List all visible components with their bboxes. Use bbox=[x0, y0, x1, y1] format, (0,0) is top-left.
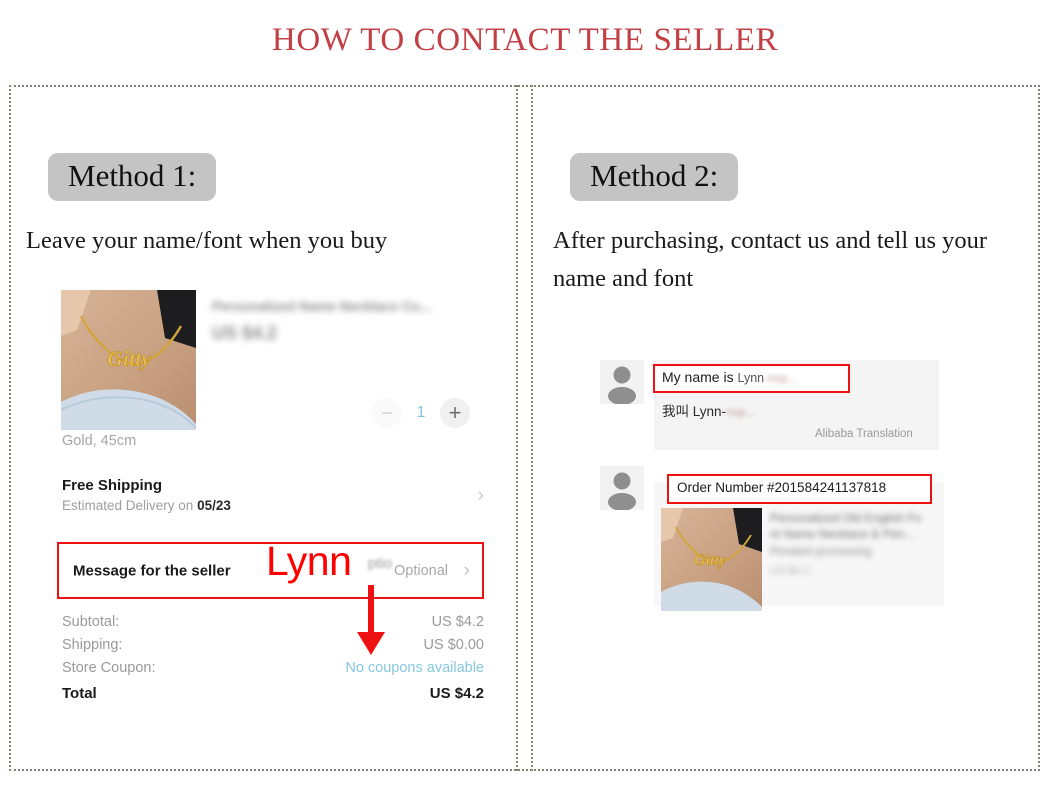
method-1-description: Leave your name/font when you buy bbox=[26, 227, 388, 254]
order-number-text: Order Number #201584241137818 bbox=[677, 480, 887, 495]
chat-message-english-name: Lynn bbox=[737, 371, 765, 385]
shipping-estimate: Estimated Delivery on 05/23 bbox=[62, 498, 484, 513]
chat-message-chinese-blurred: nsp... bbox=[726, 405, 756, 419]
product-title-blurred: Personalized Name Necklace Cu... bbox=[212, 299, 432, 314]
optional-text-blurred: ptio bbox=[368, 555, 393, 572]
quantity-increase-button[interactable]: + bbox=[440, 398, 470, 428]
chat-product-card-blurred: Personalized Old English Fo nt Name Neck… bbox=[770, 510, 950, 579]
chat-card-line-3: Pendant processing bbox=[770, 546, 872, 559]
order-totals: Subtotal: US $4.2 Shipping: US $0.00 Sto… bbox=[62, 610, 484, 706]
chevron-right-icon[interactable]: › bbox=[478, 485, 484, 507]
shipping-title: Free Shipping bbox=[62, 477, 163, 494]
shipping-cost-value: US $0.00 bbox=[423, 636, 484, 653]
total-label: Total bbox=[62, 685, 97, 702]
chat-card-line-4: US $4.2 bbox=[770, 564, 810, 577]
shipping-estimate-date: 05/23 bbox=[197, 498, 231, 513]
chat-message-chinese: 我叫 Lynn-nsp... bbox=[662, 400, 755, 420]
quantity-decrease-button[interactable]: − bbox=[372, 398, 402, 428]
chat-card-line-2: nt Name Necklace & Pen... bbox=[770, 527, 915, 542]
red-down-arrow-icon bbox=[354, 585, 388, 657]
table-row: Store Coupon: No coupons available bbox=[62, 656, 484, 679]
method-2-description: After purchasing, contact us and tell us… bbox=[553, 227, 988, 292]
shipping-cost-label: Shipping: bbox=[62, 636, 123, 653]
chat-message-english-blurred: -nsp... bbox=[764, 371, 798, 385]
method-2-badge: Method 2: bbox=[570, 153, 739, 202]
page-title: HOW TO CONTACT THE SELLER bbox=[271, 22, 779, 58]
total-value: US $4.2 bbox=[429, 685, 484, 702]
name-annotation: Lynn bbox=[266, 538, 352, 584]
chat-message-english: My name is Lynn-nsp... bbox=[662, 369, 797, 385]
method-1-badge: Method 1: bbox=[48, 153, 217, 202]
checkout-mockup: Gitty Personalized Name Necklace Cu... U… bbox=[52, 290, 484, 730]
message-for-seller-value: Optional bbox=[393, 562, 448, 579]
chat-product-photo: Gitty bbox=[661, 508, 762, 611]
table-row: Shipping: US $0.00 bbox=[62, 633, 484, 656]
shipping-estimate-prefix: Estimated Delivery on bbox=[62, 498, 198, 513]
avatar bbox=[600, 466, 644, 511]
chevron-right-icon[interactable]: › bbox=[464, 560, 470, 582]
method-2-panel: Method 2: After purchasing, contact us a… bbox=[533, 85, 1038, 771]
product-price-blurred: US $4.2 bbox=[212, 323, 278, 343]
product-photo: Gitty bbox=[61, 290, 196, 430]
quantity-value: 1 bbox=[416, 404, 426, 421]
avatar bbox=[600, 360, 644, 405]
message-for-seller-label: Message for the seller bbox=[73, 562, 231, 579]
table-row: Subtotal: US $4.2 bbox=[62, 610, 484, 633]
quantity-stepper[interactable]: − 1 + bbox=[372, 398, 470, 428]
method-1-panel: Method 1: Leave your name/font when you … bbox=[11, 85, 516, 771]
subtotal-value: US $4.2 bbox=[431, 613, 484, 630]
product-variant: Gold, 45cm bbox=[62, 433, 137, 449]
store-coupon-value[interactable]: No coupons available bbox=[345, 660, 484, 676]
shipping-row[interactable]: Free Shipping Estimated Delivery on 05/2… bbox=[62, 477, 484, 513]
translation-note: Alibaba Translation bbox=[815, 428, 913, 440]
chat-message-chinese-text: 我叫 Lynn- bbox=[662, 404, 727, 419]
panel-divider-left-line bbox=[516, 85, 518, 771]
store-coupon-label: Store Coupon: bbox=[62, 659, 156, 676]
svg-text:Gitty: Gitty bbox=[694, 552, 727, 569]
svg-text:Gitty: Gitty bbox=[107, 346, 151, 371]
chat-message-english-lead: My name is bbox=[662, 369, 738, 385]
table-row: Total US $4.2 bbox=[62, 679, 484, 706]
chat-card-line-1: Personalized Old English Fo bbox=[770, 511, 922, 525]
subtotal-label: Subtotal: bbox=[62, 613, 120, 630]
